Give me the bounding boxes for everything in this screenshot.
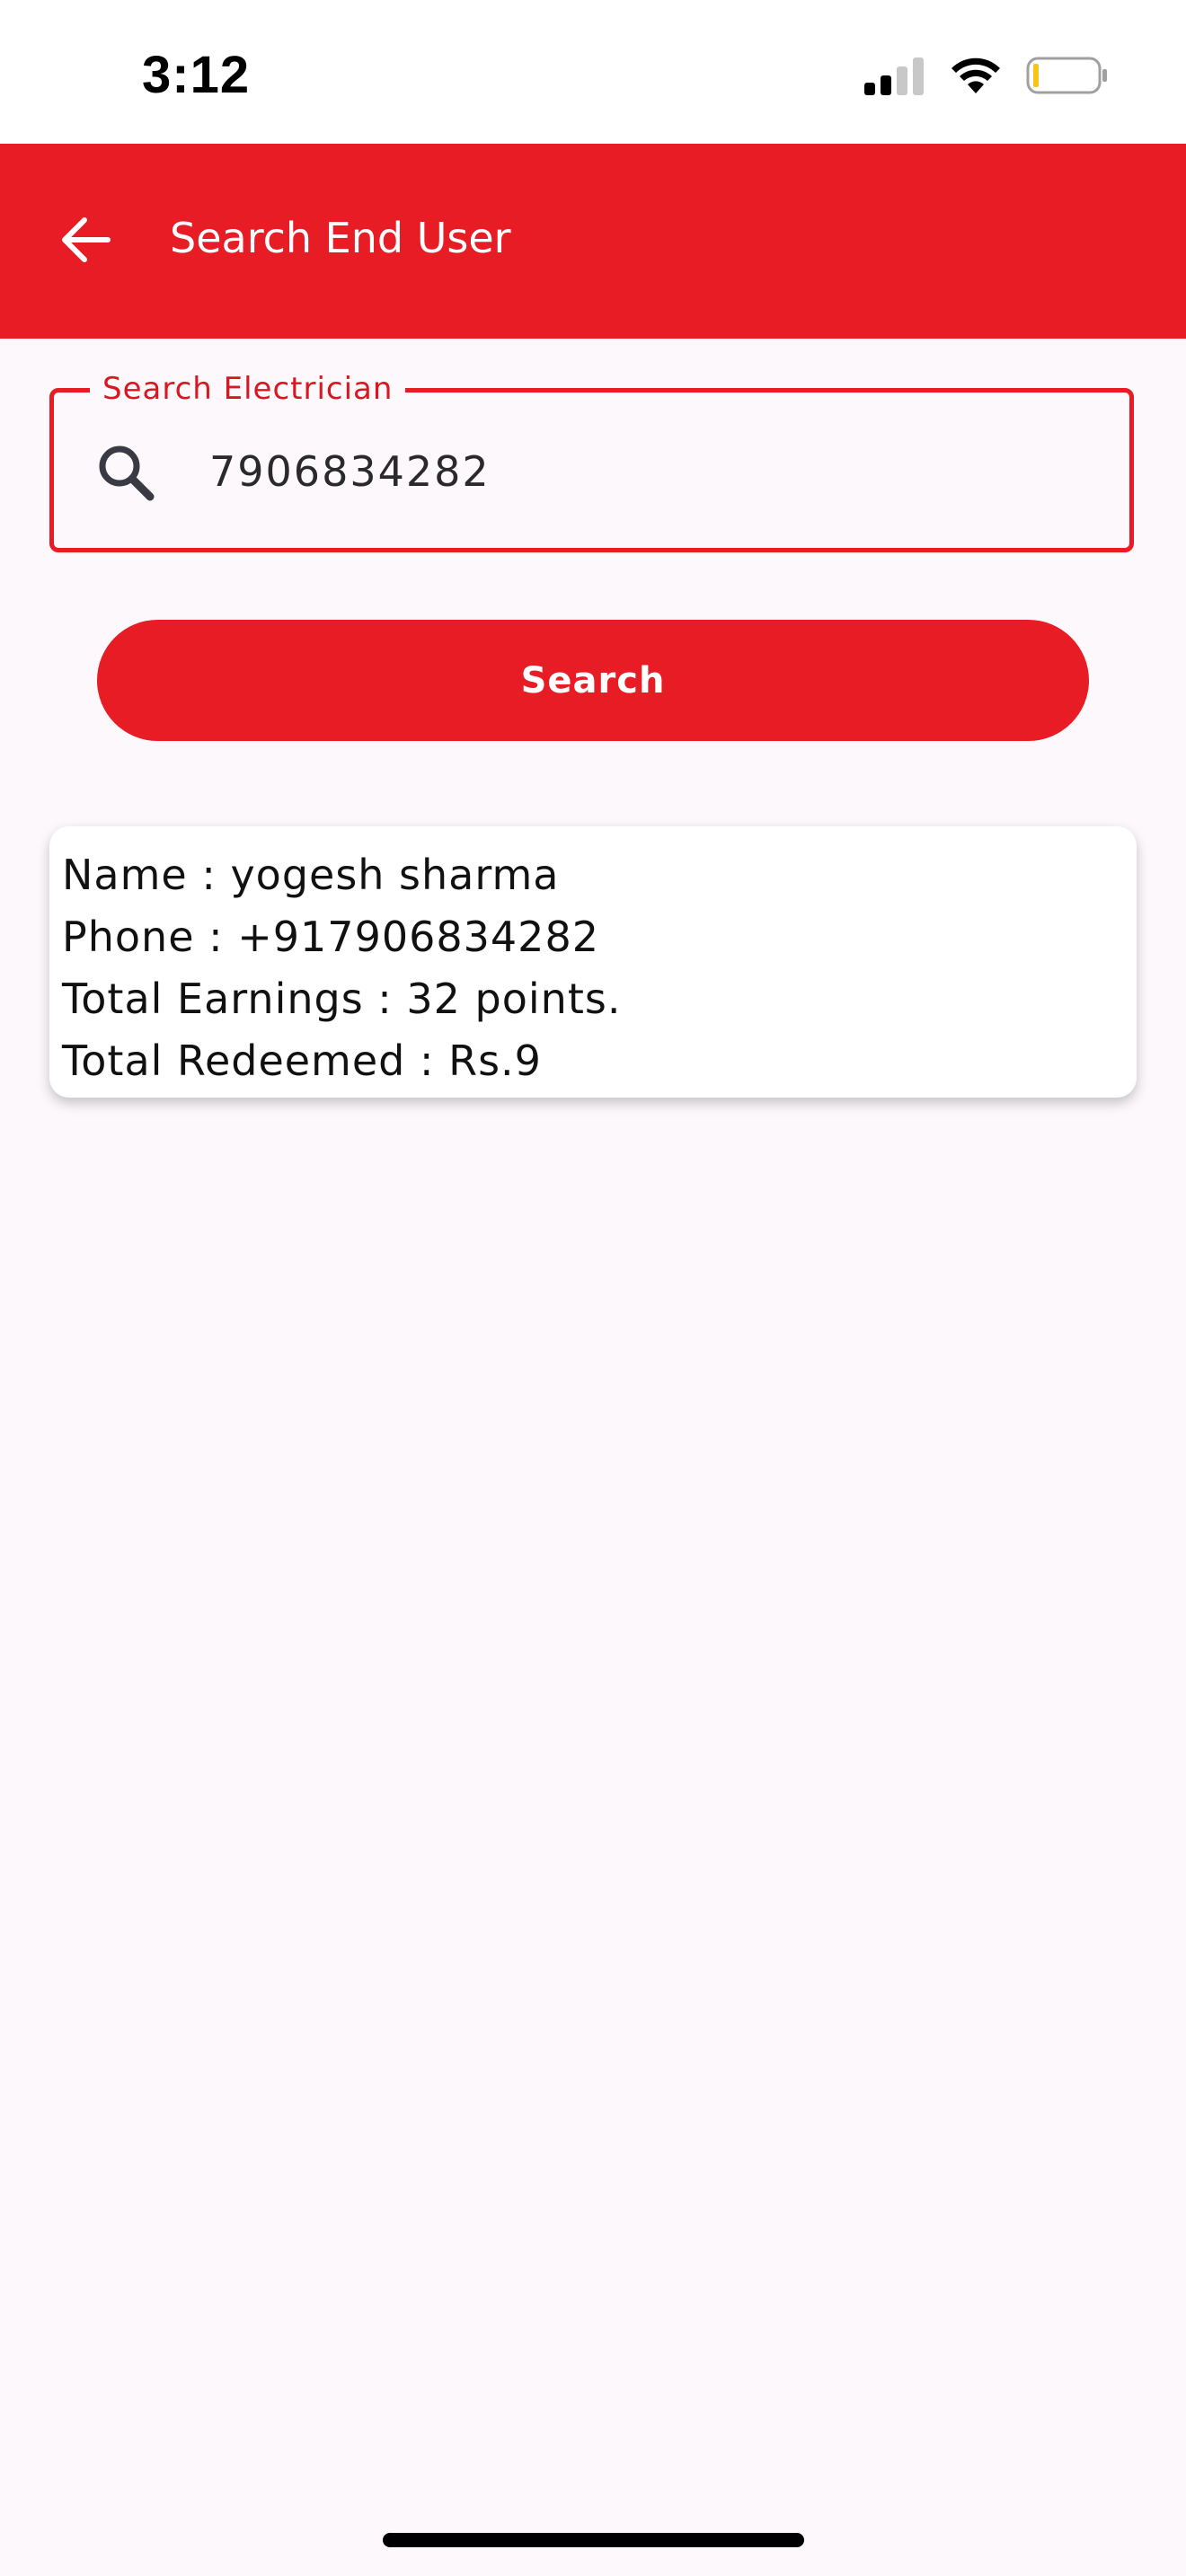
result-name: Name : yogesh sharma bbox=[62, 851, 560, 899]
search-input-value[interactable]: 7906834282 bbox=[209, 446, 491, 497]
result-phone: Phone : +917906834282 bbox=[62, 913, 599, 961]
cellular-signal-icon bbox=[864, 56, 925, 99]
status-icons bbox=[864, 56, 1109, 99]
search-field-label: Search Electrician bbox=[90, 371, 406, 407]
result-total-redeemed: Total Redeemed : Rs.9 bbox=[62, 1037, 542, 1085]
page-title: Search End User bbox=[170, 214, 511, 262]
battery-icon bbox=[1026, 56, 1109, 99]
app-bar: Search End User bbox=[0, 144, 1186, 339]
back-button[interactable] bbox=[54, 210, 117, 273]
status-bar: 3:12 bbox=[0, 0, 1186, 144]
search-input[interactable]: Search Electrician 7906834282 bbox=[49, 371, 1134, 552]
status-time: 3:12 bbox=[142, 46, 251, 104]
home-indicator bbox=[383, 2533, 804, 2547]
result-total-earnings: Total Earnings : 32 points. bbox=[62, 975, 622, 1023]
search-icon bbox=[94, 441, 157, 504]
search-button[interactable]: Search bbox=[97, 620, 1089, 741]
wifi-icon bbox=[949, 56, 1003, 99]
arrow-left-icon bbox=[59, 216, 111, 267]
result-card[interactable]: Name : yogesh sharma Phone : +9179068342… bbox=[49, 826, 1137, 1098]
